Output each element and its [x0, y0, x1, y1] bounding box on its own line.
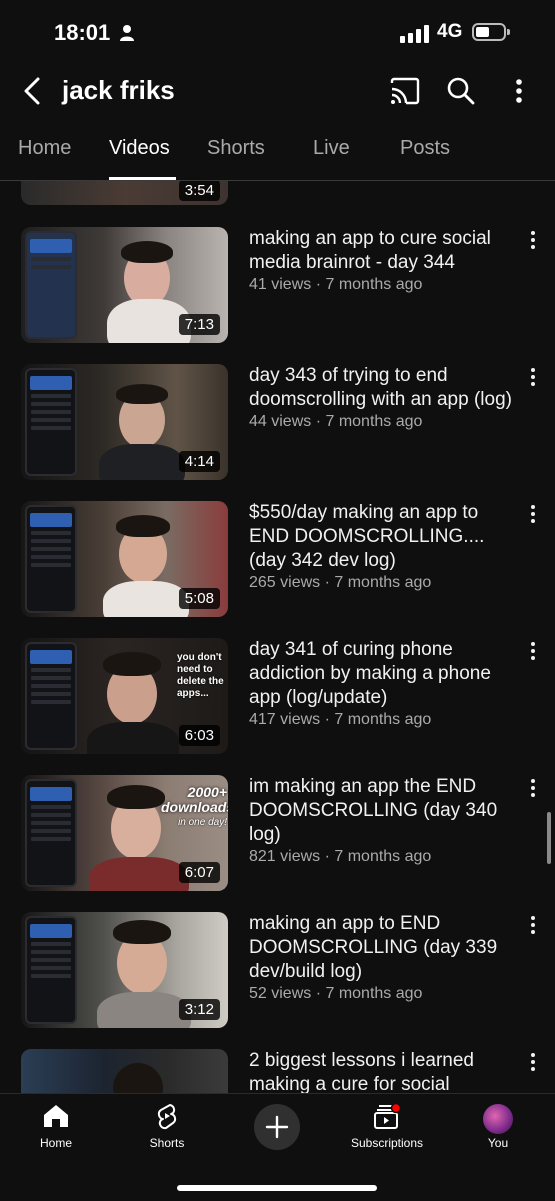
video-info: 2 biggest lessons i learned making a cur…: [249, 1049, 521, 1093]
video-title[interactable]: day 343 of trying to end doomscrolling w…: [249, 364, 521, 412]
video-thumbnail[interactable]: 3:12: [21, 912, 228, 1028]
home-indicator: [177, 1185, 377, 1191]
cast-icon[interactable]: [388, 74, 422, 108]
video-info: im making an app the END DOOMSCROLLING (…: [249, 775, 521, 867]
app-screenshot: [25, 916, 77, 1024]
video-meta: 265 views · 7 months ago: [249, 574, 432, 591]
video-duration: 7:13: [178, 314, 220, 335]
video-duration: 6:07: [178, 862, 220, 883]
nav-home[interactable]: Home: [6, 1094, 106, 1164]
video-thumbnail[interactable]: 7:13: [21, 227, 228, 343]
video-duration: 3:12: [178, 999, 220, 1020]
home-icon: [44, 1105, 68, 1127]
tab-home[interactable]: Home: [18, 137, 71, 160]
nav-subscriptions[interactable]: Subscriptions: [337, 1094, 437, 1164]
subscriptions-icon: [374, 1102, 401, 1129]
video-meta: 41 views · 7 months ago: [249, 276, 423, 293]
app-screenshot: [25, 368, 77, 476]
create-button[interactable]: [254, 1104, 300, 1150]
video-duration: 5:08: [178, 588, 220, 609]
video-thumbnail[interactable]: 5:08: [21, 501, 228, 617]
plus-icon: [265, 1115, 289, 1139]
video-thumbnail[interactable]: you don't need to delete the apps... 6:0…: [21, 638, 228, 754]
video-title[interactable]: $550/day making an app to END DOOMSCROLL…: [249, 501, 521, 573]
video-row[interactable]: 3:12 making an app to END DOOMSCROLLING …: [0, 912, 555, 1032]
back-icon[interactable]: [18, 74, 48, 108]
thumbnail-overlay-text: you don't need to delete the apps...: [177, 652, 224, 699]
status-time: 18:01: [54, 20, 111, 45]
search-icon[interactable]: [444, 74, 478, 108]
scrollbar[interactable]: [547, 812, 551, 864]
video-thumbnail[interactable]: 3:54: [21, 181, 228, 205]
video-info: $550/day making an app to END DOOMSCROLL…: [249, 501, 521, 593]
nav-shorts[interactable]: Shorts: [117, 1094, 217, 1164]
app-screenshot: [25, 505, 77, 613]
thumbnail-overlay-subtext: in one day!: [178, 817, 227, 828]
avatar[interactable]: [483, 1104, 513, 1134]
video-title[interactable]: day 341 of curing phone addiction by mak…: [249, 638, 521, 710]
network-type: 4G: [437, 21, 463, 42]
nav-home-label: Home: [39, 1136, 72, 1150]
status-bar: 18:01 4G: [0, 0, 555, 64]
video-info: making an app to END DOOMSCROLLING (day …: [249, 912, 521, 1004]
person-icon: [120, 25, 134, 41]
video-more-icon[interactable]: [529, 642, 537, 662]
video-more-icon[interactable]: [529, 368, 537, 388]
video-meta: 44 views · 7 months ago: [249, 413, 423, 430]
app-screenshot: [25, 779, 77, 887]
nav-you-label: You: [487, 1136, 509, 1150]
tab-shorts[interactable]: Shorts: [207, 137, 265, 160]
channel-header: jack friks: [0, 64, 555, 120]
video-more-icon[interactable]: [529, 916, 537, 936]
active-tab-indicator: [109, 177, 176, 180]
channel-name: jack friks: [62, 75, 175, 105]
video-row[interactable]: 5:08 $550/day making an app to END DOOMS…: [0, 501, 555, 621]
video-row[interactable]: 7:13 making an app to cure social media …: [0, 227, 555, 347]
tab-live[interactable]: Live: [313, 137, 350, 160]
app-screenshot: [25, 231, 77, 339]
video-meta: 52 views · 7 months ago: [249, 985, 423, 1002]
video-list[interactable]: 3:54 7:13 making an app to cure social m…: [0, 181, 555, 1093]
video-duration: 4:14: [178, 451, 220, 472]
video-info: day 341 of curing phone addiction by mak…: [249, 638, 521, 730]
shorts-icon: [157, 1104, 177, 1130]
video-thumbnail[interactable]: 4:14: [21, 364, 228, 480]
tab-posts[interactable]: Posts: [400, 137, 450, 160]
video-more-icon[interactable]: [529, 779, 537, 799]
tab-videos[interactable]: Videos: [109, 137, 170, 160]
video-more-icon[interactable]: [529, 505, 537, 525]
video-duration: 6:03: [178, 725, 220, 746]
video-more-icon[interactable]: [529, 231, 537, 251]
video-row[interactable]: 2000+ downloads in one day! 6:07 im maki…: [0, 775, 555, 895]
video-row[interactable]: 4:14 day 343 of trying to end doomscroll…: [0, 364, 555, 484]
video-info: day 343 of trying to end doomscrolling w…: [249, 364, 521, 432]
video-thumbnail[interactable]: 2000+ downloads in one day! 6:07: [21, 775, 228, 891]
thumbnail-overlay-text: 2000+ downloads: [161, 784, 228, 815]
app-screenshot: [25, 642, 77, 750]
signal-icon: [400, 25, 429, 43]
video-title[interactable]: im making an app the END DOOMSCROLLING (…: [249, 775, 521, 847]
nav-shorts-label: Shorts: [149, 1136, 185, 1150]
nav-subscriptions-label: Subscriptions: [350, 1136, 424, 1150]
more-vert-icon[interactable]: [502, 74, 536, 108]
battery-icon: [472, 23, 510, 41]
video-title[interactable]: making an app to cure social media brain…: [249, 227, 521, 275]
video-info: making an app to cure social media brain…: [249, 227, 521, 295]
video-more-icon[interactable]: [529, 1053, 537, 1073]
video-thumbnail[interactable]: [21, 1049, 228, 1093]
video-row[interactable]: 2 biggest lessons i learned making a cur…: [0, 1049, 555, 1093]
video-duration: 3:54: [178, 181, 220, 201]
video-meta: 821 views · 7 months ago: [249, 848, 432, 865]
video-meta: 417 views · 7 months ago: [249, 711, 432, 728]
video-title[interactable]: 2 biggest lessons i learned making a cur…: [249, 1049, 521, 1093]
video-title[interactable]: making an app to END DOOMSCROLLING (day …: [249, 912, 521, 984]
channel-tabs: Home Videos Shorts Live Posts: [0, 124, 555, 181]
video-row[interactable]: you don't need to delete the apps... 6:0…: [0, 638, 555, 758]
